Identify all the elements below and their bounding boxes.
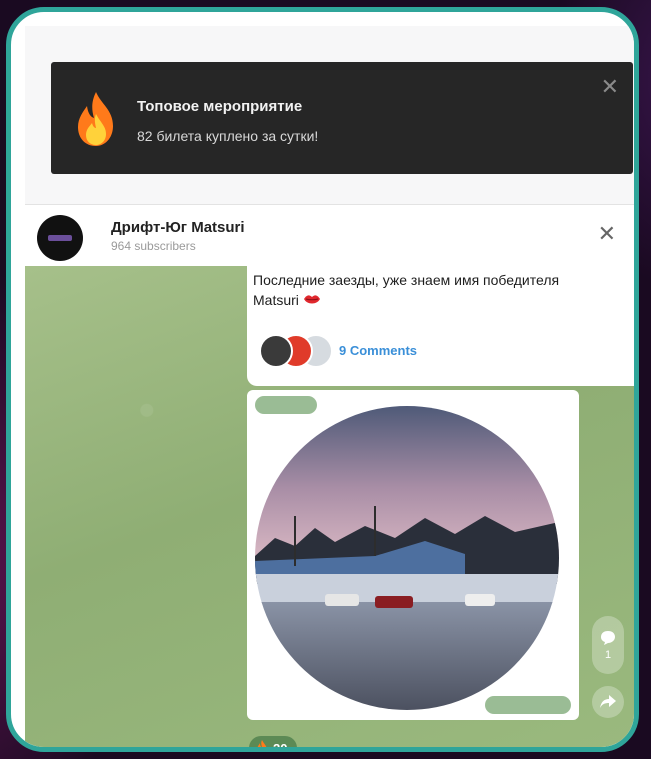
commenter-avatars[interactable] xyxy=(259,334,333,370)
share-button[interactable] xyxy=(592,686,624,718)
video-duration-badge xyxy=(255,396,317,414)
comment-button[interactable]: 1 xyxy=(592,616,624,674)
reaction-pill[interactable]: 20 xyxy=(249,736,298,748)
video-frame-image xyxy=(255,406,559,710)
app-screen: Топовое мероприятие 82 билета куплено за… xyxy=(25,26,634,747)
post-text-line1: Последние заезды, уже знаем имя победите… xyxy=(253,272,560,288)
notification-close-button[interactable]: ✕ xyxy=(601,76,619,98)
comments-link[interactable]: 9 Comments xyxy=(339,343,417,358)
comment-bubble-icon xyxy=(601,631,615,645)
device-frame: Топовое мероприятие 82 билета куплено за… xyxy=(6,7,639,752)
channel-logo xyxy=(48,235,72,241)
share-arrow-icon xyxy=(600,695,616,708)
post-text-line2: Matsuri xyxy=(253,292,299,308)
lips-icon xyxy=(303,295,320,304)
chat-close-button[interactable]: ✕ xyxy=(598,223,616,245)
video-message[interactable] xyxy=(247,390,579,720)
notification-title: Топовое мероприятие xyxy=(137,98,303,115)
post-bubble: Последние заезды, уже знаем имя победите… xyxy=(247,266,634,386)
post-text: Последние заезды, уже знаем имя победите… xyxy=(253,270,559,310)
channel-name[interactable]: Дрифт-Юг Matsuri xyxy=(111,219,245,236)
commenter-avatar xyxy=(259,334,293,368)
fire-icon xyxy=(78,92,113,146)
fire-icon xyxy=(257,740,267,747)
comment-count: 1 xyxy=(604,649,612,661)
channel-avatar[interactable] xyxy=(37,215,83,261)
video-views-badge xyxy=(485,696,571,714)
chat-header: Дрифт-Юг Matsuri 964 subscribers ✕ xyxy=(25,204,634,267)
notification-subtitle: 82 билета куплено за сутки! xyxy=(137,128,319,144)
notification-toast[interactable]: Топовое мероприятие 82 билета куплено за… xyxy=(51,62,633,174)
subscriber-count: 964 subscribers xyxy=(111,239,196,253)
reaction-count: 20 xyxy=(273,741,287,748)
video-circle[interactable] xyxy=(255,406,559,710)
